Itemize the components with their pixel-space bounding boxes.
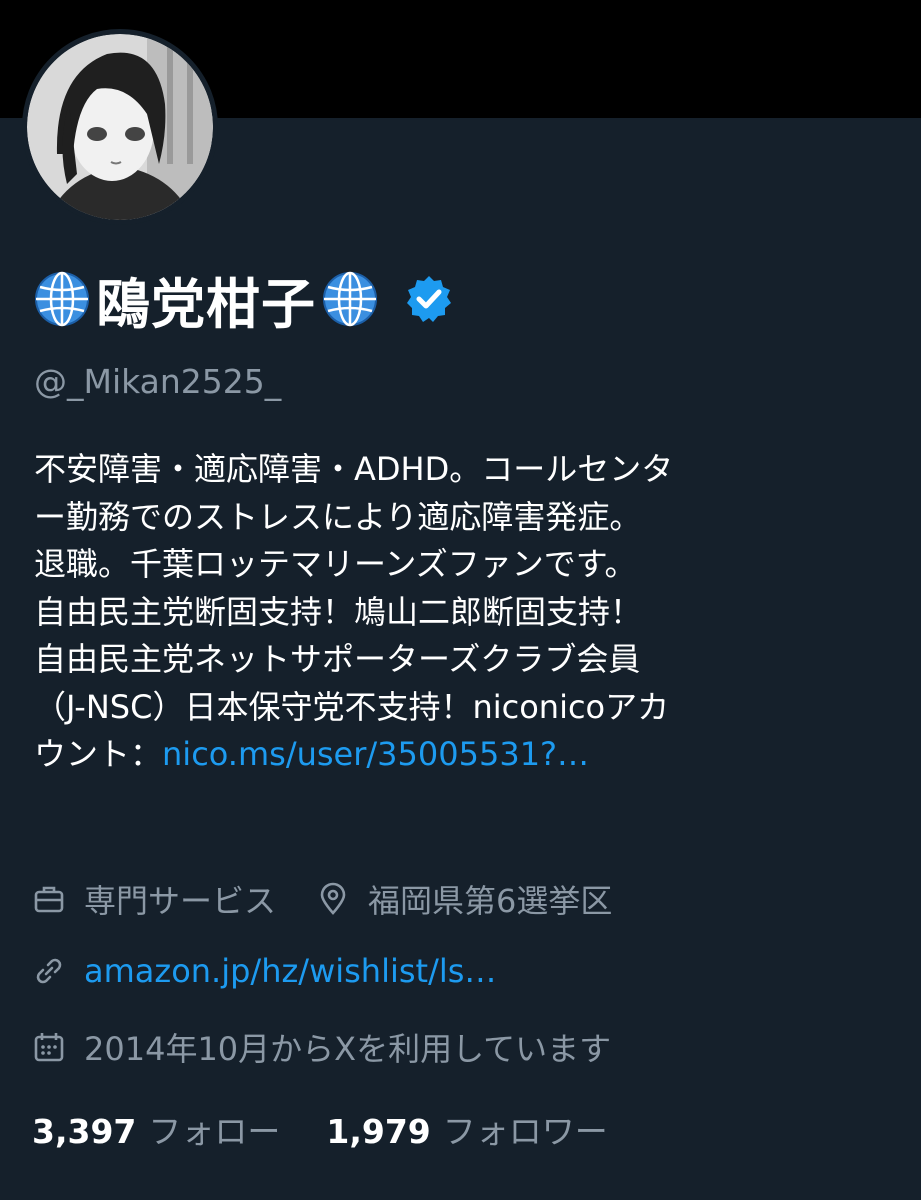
link-icon — [36, 958, 62, 984]
bio-line: （J-NSC）日本保守党不支持！niconicoアカ — [34, 687, 670, 726]
bio-line: 退職。千葉ロッテマリーンズファンです。 — [34, 545, 637, 583]
handle: @_Mikan2525_ — [34, 362, 282, 401]
bio-line: ウント： — [34, 735, 163, 773]
globe-icon — [323, 271, 377, 327]
website-link[interactable]: amazon.jp/hz/wishlist/ls… — [84, 952, 496, 990]
globe-icon — [35, 271, 89, 327]
avatar-image — [27, 34, 213, 220]
bio-line: 不安障害・適応障害・ADHD。コールセンタ — [34, 450, 674, 488]
followers-link[interactable]: 1,979 フォロワー — [326, 1105, 653, 1153]
following-label: フォロー — [148, 1112, 281, 1151]
calendar-icon — [34, 1033, 64, 1062]
display-name: 鴎党柑子 — [96, 272, 316, 336]
following-link[interactable]: 3,397 フォロー — [32, 1105, 326, 1153]
bio-line: 自由民主党ネットサポーターズクラブ会員 — [34, 640, 641, 678]
joined-date: 2014年10月からXを利用しています — [84, 1030, 612, 1068]
profile-meta-row: 専門サービス 福岡県第6選挙区 — [32, 876, 612, 922]
profile-category: 専門サービス — [84, 882, 277, 920]
following-count: 3,397 — [32, 1112, 137, 1151]
bio-line: ー勤務でのストレスにより適応障害発症。 — [34, 497, 642, 536]
profile-location: 福岡県第6選挙区 — [368, 882, 613, 920]
verified-badge-icon[interactable] — [404, 274, 454, 324]
profile-joined-row: 2014年10月からXを利用しています — [32, 1024, 611, 1070]
briefcase-icon — [34, 886, 64, 913]
bio: 不安障害・適応障害・ADHD。コールセンタ ー勤務でのストレスにより適応障害発症… — [34, 446, 894, 779]
followers-label: フォロワー — [442, 1112, 608, 1151]
display-name-row: 鴎党柑子 — [32, 264, 454, 336]
bio-link[interactable]: nico.ms/user/35005531?… — [162, 735, 589, 773]
follow-stats: 3,397 フォロー 1,979 フォロワー — [32, 1105, 654, 1153]
bio-line: 自由民主党断固支持！鳩山二郎断固支持！ — [34, 592, 643, 631]
avatar[interactable] — [22, 29, 218, 225]
profile-website-row: amazon.jp/hz/wishlist/ls… — [32, 952, 496, 990]
followers-count: 1,979 — [326, 1112, 431, 1151]
location-pin-icon — [320, 882, 346, 915]
